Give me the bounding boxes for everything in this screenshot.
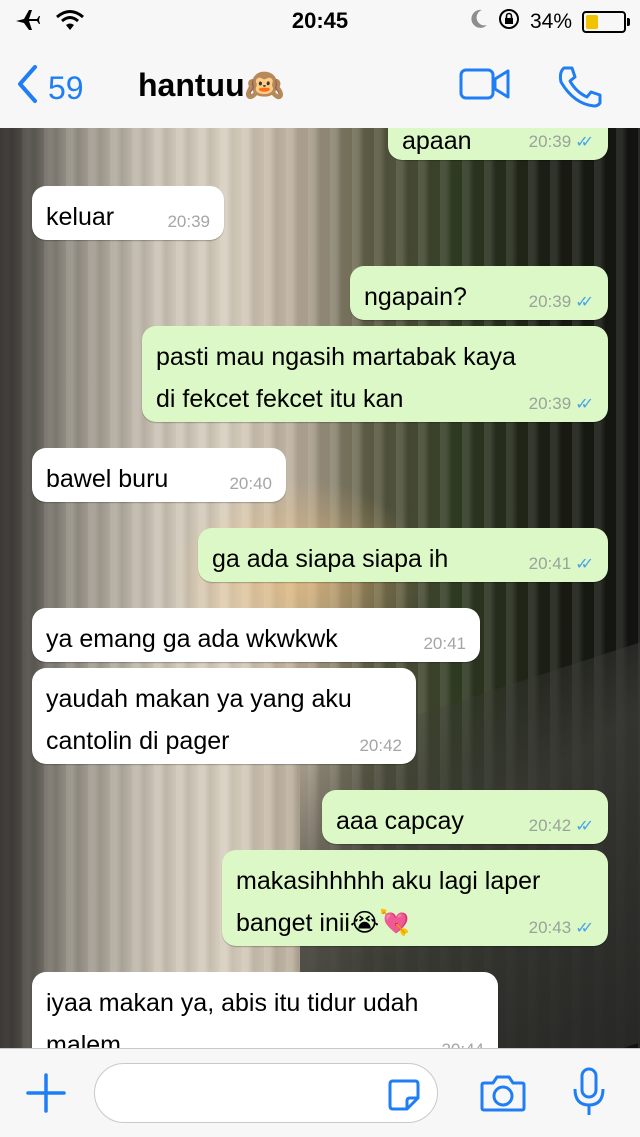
- message-time: 20:40: [229, 474, 272, 493]
- message-meta: 20:41: [423, 634, 466, 654]
- message-text: keluar: [46, 203, 115, 231]
- microphone-icon[interactable]: [572, 1067, 606, 1124]
- contact-name[interactable]: hantuu🙉: [138, 66, 284, 104]
- message-bubble-incoming[interactable]: ya emang ga ada wkwkwk 20:41: [32, 608, 480, 662]
- message-time: 20:39: [167, 212, 210, 231]
- read-ticks-icon: ✓✓: [575, 396, 594, 413]
- message-text: apaan: [402, 128, 472, 155]
- message-time: 20:39: [528, 132, 572, 151]
- read-ticks-icon: ✓✓: [575, 556, 594, 573]
- moon-icon: [470, 9, 488, 35]
- message-bubble-incoming[interactable]: iyaa makan ya, abis itu tidur udah malem…: [32, 972, 498, 1048]
- battery-fill: [586, 15, 598, 29]
- message-text: makasihhhhh aku lagi laper banget inii😭💘: [236, 867, 541, 937]
- message-bubble-outgoing[interactable]: aaa capcay 20:42 ✓✓: [322, 790, 608, 844]
- message-text: ga ada siapa siapa ih: [212, 545, 449, 573]
- read-ticks-icon: ✓✓: [575, 818, 594, 835]
- status-bar: 20:45 34%: [0, 0, 640, 40]
- message-meta: 20:42: [359, 736, 402, 756]
- status-right: 34%: [470, 8, 630, 36]
- plus-icon[interactable]: [26, 1073, 66, 1118]
- message-meta: 20:41 ✓✓: [529, 554, 594, 574]
- message-time: 20:39: [528, 394, 572, 413]
- message-time: 20:39: [528, 292, 572, 311]
- read-ticks-icon: ✓✓: [575, 134, 594, 151]
- message-time: 20:42: [528, 816, 572, 835]
- message-meta: 20:39 ✓✓: [529, 132, 594, 152]
- phone-call-icon[interactable]: [556, 64, 604, 113]
- video-call-icon[interactable]: [458, 64, 512, 109]
- back-chevron-icon: [16, 64, 38, 112]
- message-text: ya emang ga ada wkwkwk: [46, 625, 338, 653]
- message-meta: 20:39 ✓✓: [529, 292, 594, 312]
- message-input[interactable]: [94, 1063, 438, 1123]
- battery-icon: [582, 11, 630, 33]
- message-meta: 20:39 ✓✓: [529, 394, 594, 414]
- read-ticks-icon: ✓✓: [575, 920, 594, 937]
- message-bubble-incoming[interactable]: bawel buru 20:40: [32, 448, 286, 502]
- message-meta: 20:40: [229, 474, 272, 494]
- message-time: 20:41: [528, 554, 572, 573]
- message-meta: 20:43 ✓✓: [529, 918, 594, 938]
- message-text: iyaa makan ya, abis itu tidur udah malem: [46, 989, 419, 1048]
- message-text: pasti mau ngasih martabak kaya di fekcet…: [156, 343, 516, 413]
- message-time: 20:44: [441, 1040, 484, 1048]
- back-button[interactable]: 59: [16, 64, 84, 112]
- sticker-icon[interactable]: [387, 1078, 421, 1117]
- message-text: ngapain?: [364, 283, 467, 311]
- message-bubble-outgoing[interactable]: ga ada siapa siapa ih 20:41 ✓✓: [198, 528, 608, 582]
- message-bubble-outgoing[interactable]: pasti mau ngasih martabak kaya di fekcet…: [142, 326, 608, 422]
- message-bubble-outgoing[interactable]: makasihhhhh aku lagi laper banget inii😭💘…: [222, 850, 608, 946]
- message-bubble-incoming[interactable]: keluar 20:39: [32, 186, 224, 240]
- message-text: bawel buru: [46, 465, 169, 493]
- read-ticks-icon: ✓✓: [575, 294, 594, 311]
- chat-area[interactable]: apaan 20:39 ✓✓ keluar 20:39 ngapain? 20:…: [0, 128, 640, 1048]
- chat-header: 59 hantuu🙉: [0, 40, 640, 129]
- message-time: 20:41: [423, 634, 466, 653]
- message-meta: 20:44: [441, 1040, 484, 1048]
- message-bubble-outgoing[interactable]: apaan 20:39 ✓✓: [388, 128, 608, 160]
- message-time: 20:42: [359, 736, 402, 755]
- camera-icon[interactable]: [480, 1073, 526, 1118]
- message-input-bar: [0, 1048, 640, 1137]
- message-time: 20:43: [528, 918, 572, 937]
- battery-percent: 34%: [529, 10, 572, 33]
- message-text: aaa capcay: [336, 807, 464, 835]
- message-meta: 20:39: [167, 212, 210, 232]
- unread-count: 59: [48, 69, 84, 106]
- message-meta: 20:42 ✓✓: [529, 816, 594, 836]
- rotation-lock-icon: [498, 8, 520, 36]
- message-text: yaudah makan ya yang aku cantolin di pag…: [46, 685, 352, 755]
- message-bubble-incoming[interactable]: yaudah makan ya yang aku cantolin di pag…: [32, 668, 416, 764]
- message-bubble-outgoing[interactable]: ngapain? 20:39 ✓✓: [350, 266, 608, 320]
